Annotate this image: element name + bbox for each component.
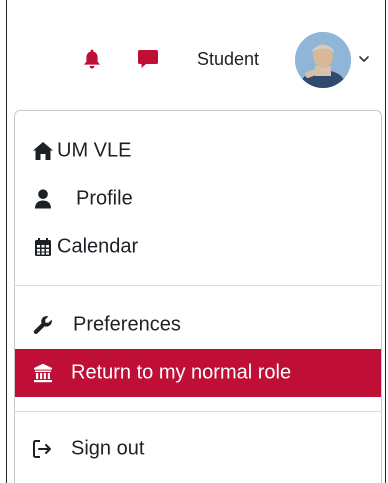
menu-divider	[15, 285, 381, 286]
home-icon	[32, 140, 54, 162]
user-menu-dropdown: UM VLE Profile Calendar Preferences Retu…	[14, 110, 382, 483]
user-avatar[interactable]	[295, 32, 351, 88]
menu-item-label: Sign out	[71, 437, 145, 460]
menu-divider	[15, 411, 381, 412]
chat-bubble-icon[interactable]	[137, 48, 159, 70]
menu-item-label: Return to my normal role	[71, 361, 292, 384]
menu-item-return-to-normal-role[interactable]: Return to my normal role	[15, 349, 381, 397]
menu-item-profile[interactable]: Profile	[15, 175, 381, 223]
menu-item-sign-out[interactable]: Sign out	[15, 425, 381, 473]
menu-item-label: Calendar	[57, 235, 139, 258]
wrench-icon	[32, 314, 54, 336]
chevron-down-icon[interactable]	[357, 52, 371, 66]
institution-icon	[32, 362, 54, 384]
menu-item-um-vle[interactable]: UM VLE	[15, 127, 381, 175]
bell-icon[interactable]	[82, 48, 102, 70]
user-name[interactable]: Student	[197, 48, 259, 70]
navbar: Student	[0, 0, 388, 110]
calendar-icon	[32, 236, 54, 258]
avatar-photo	[295, 32, 351, 88]
sign-out-icon	[32, 438, 54, 460]
menu-item-preferences[interactable]: Preferences	[15, 301, 381, 349]
menu-item-label: Preferences	[73, 313, 181, 336]
menu-item-calendar[interactable]: Calendar	[15, 223, 381, 271]
menu-item-label: Profile	[76, 187, 133, 210]
menu-item-label: UM VLE	[57, 139, 132, 162]
user-icon	[32, 188, 54, 210]
